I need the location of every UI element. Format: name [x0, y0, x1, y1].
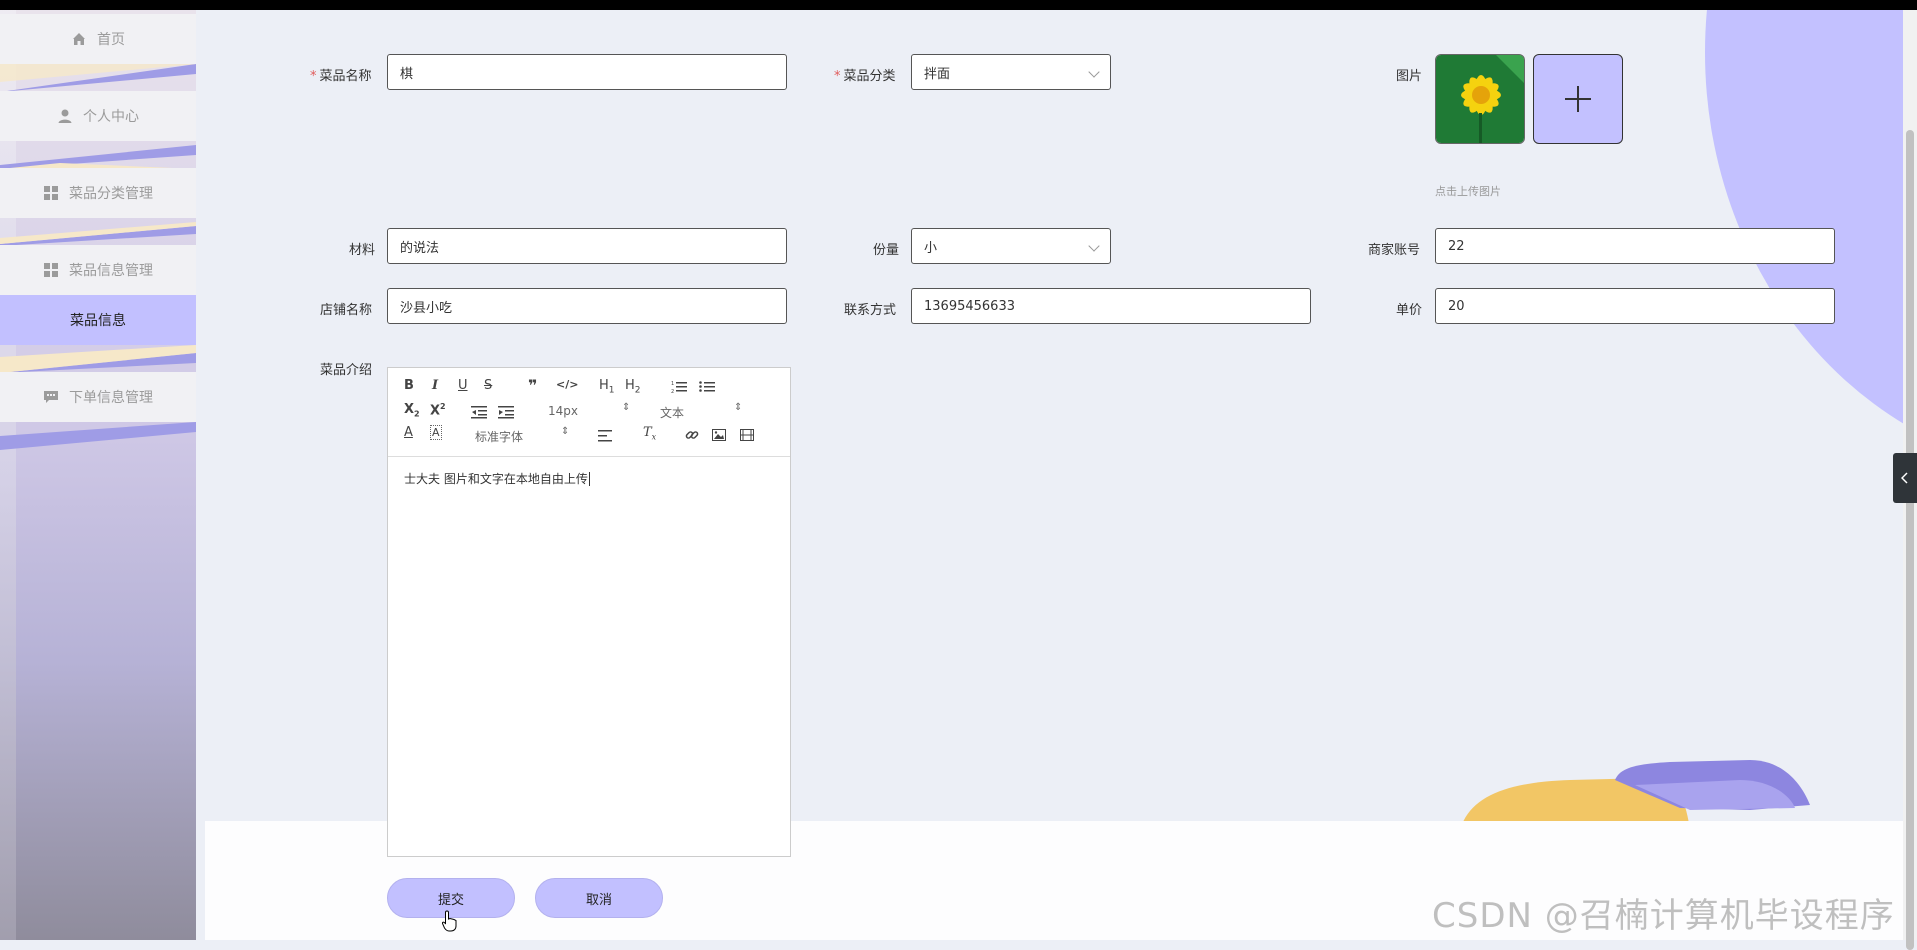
sidebar-item-label: 下单信息管理 — [69, 390, 153, 406]
indent-icon[interactable] — [498, 405, 514, 419]
chat-icon — [44, 391, 58, 403]
svg-text:2: 2 — [671, 389, 674, 394]
flower-image — [1436, 55, 1524, 143]
subscript-icon[interactable]: X2 — [404, 402, 420, 419]
svg-text:1: 1 — [671, 381, 674, 387]
plus-icon — [1565, 86, 1591, 112]
portion-label: 份量 — [873, 243, 900, 258]
grid-icon — [44, 186, 58, 200]
select-arrows-icon: ⇕ — [734, 402, 743, 413]
sidebar-item-dish-info[interactable]: 菜品信息 — [0, 295, 196, 345]
cancel-button[interactable]: 取消 — [535, 878, 663, 918]
sidebar-item-label: 菜品分类管理 — [69, 186, 153, 202]
hand-cursor-icon — [442, 910, 457, 932]
sidebar-item-label: 个人中心 — [83, 109, 139, 125]
heading-select[interactable]: 文本 — [660, 404, 684, 421]
user-icon — [58, 109, 72, 123]
upload-tip: 点击上传图片 — [1435, 185, 1501, 198]
select-arrows-icon: ⇕ — [561, 426, 570, 437]
merchant-account-label: 商家账号 — [1368, 243, 1421, 258]
sidebar-item-label: 菜品信息管理 — [69, 263, 153, 279]
material-label: 材料 — [349, 243, 376, 258]
sidebar-item-dish-management[interactable]: 菜品信息管理 — [0, 245, 196, 295]
home-icon — [73, 33, 85, 45]
ordered-list-icon[interactable]: 12 — [671, 380, 687, 394]
sidebar-item-label: 首页 — [97, 32, 125, 48]
code-icon[interactable]: </> — [556, 378, 578, 391]
font-color-icon[interactable]: A — [404, 425, 413, 440]
sidebar-item-category-management[interactable]: 菜品分类管理 — [0, 168, 196, 218]
background-color-icon[interactable]: A — [430, 425, 442, 440]
blockquote-icon[interactable]: ❞ — [528, 376, 537, 395]
price-input[interactable]: 20 — [1435, 288, 1835, 324]
dish-category-select[interactable]: 拌面 — [911, 54, 1111, 90]
shop-name-input[interactable]: 沙县小吃 — [387, 288, 787, 324]
dish-name-input[interactable]: 棋 — [387, 54, 787, 90]
collapse-panel-tab[interactable] — [1893, 453, 1917, 503]
shop-name-label: 店铺名称 — [320, 303, 373, 318]
heading2-icon[interactable]: H2 — [625, 378, 641, 396]
intro-label: 菜品介绍 — [320, 363, 373, 378]
video-icon[interactable] — [740, 429, 754, 441]
portion-select[interactable]: 小 — [911, 228, 1111, 264]
font-family-select[interactable]: 标准字体 — [475, 428, 523, 445]
merchant-account-input[interactable]: 22 — [1435, 228, 1835, 264]
bold-icon[interactable]: B — [404, 378, 414, 393]
font-size-select[interactable]: 14px — [548, 404, 578, 418]
strike-icon[interactable]: S — [484, 378, 492, 393]
superscript-icon[interactable]: X2 — [430, 402, 446, 418]
sidebar-item-label: 菜品信息 — [70, 313, 126, 329]
outdent-icon[interactable] — [471, 405, 487, 419]
top-bar — [0, 0, 1917, 10]
material-input[interactable]: 的说法 — [387, 228, 787, 264]
contact-input[interactable]: 13695456633 — [911, 288, 1311, 324]
editor-toolbar: B I U S ❞ </> H1 H2 12 X2 X2 14px ⇕ 文本 ⇕… — [388, 368, 790, 457]
sidebar: 首页 个人中心 菜品分类管理 菜品信息管理 菜品信息 下单信息管理 — [0, 10, 196, 940]
sidebar-item-home[interactable]: 首页 — [0, 14, 196, 64]
price-label: 单价 — [1396, 303, 1423, 318]
dish-name-label: * 菜品名称 — [310, 69, 372, 84]
grid-icon — [44, 263, 58, 277]
sidebar-item-personal-center[interactable]: 个人中心 — [0, 91, 196, 141]
sidebar-item-order-management[interactable]: 下单信息管理 — [0, 372, 196, 422]
watermark: CSDN @召楠计算机毕设程序 — [1432, 896, 1895, 936]
dish-image-thumbnail[interactable] — [1435, 54, 1525, 144]
chevron-down-icon — [1088, 240, 1100, 252]
image-label: 图片 — [1396, 69, 1423, 84]
chevron-down-icon — [1088, 66, 1100, 78]
image-icon[interactable] — [712, 429, 726, 441]
contact-label: 联系方式 — [844, 303, 897, 318]
chevron-left-icon — [1901, 472, 1908, 484]
select-arrows-icon: ⇕ — [622, 402, 631, 413]
bullet-list-icon[interactable] — [699, 380, 715, 394]
decorative-blocks — [1463, 760, 1810, 821]
scrollbar-thumb[interactable] — [1906, 130, 1914, 950]
heading1-icon[interactable]: H1 — [599, 378, 615, 396]
editor-content[interactable]: 士大夫 图片和文字在本地自由上传 — [404, 470, 590, 487]
rich-text-editor: B I U S ❞ </> H1 H2 12 X2 X2 14px ⇕ 文本 ⇕… — [387, 367, 791, 857]
align-icon[interactable] — [598, 430, 612, 442]
link-icon[interactable] — [685, 428, 699, 442]
italic-icon[interactable]: I — [432, 378, 438, 393]
upload-image-button[interactable] — [1533, 54, 1623, 144]
clear-format-icon[interactable]: Tx — [643, 425, 656, 442]
dish-category-label: * 菜品分类 — [834, 69, 896, 84]
underline-icon[interactable]: U — [458, 378, 468, 393]
